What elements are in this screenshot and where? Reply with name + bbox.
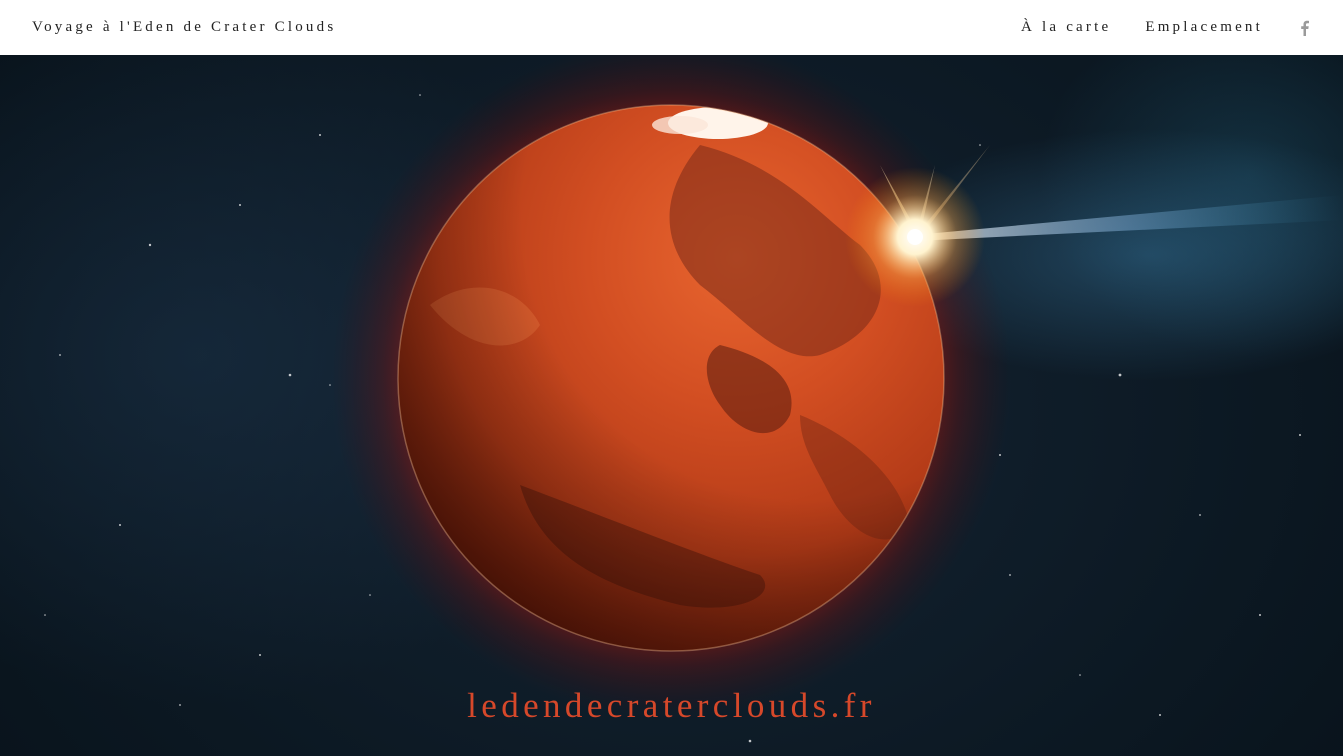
nav-link-a-la-carte[interactable]: À la carte xyxy=(1021,19,1111,36)
hero-banner: ledendecraterclouds.fr xyxy=(0,55,1343,756)
mars-planet-image xyxy=(44,55,1343,743)
facebook-icon[interactable] xyxy=(1297,20,1311,36)
nav-link-emplacement[interactable]: Emplacement xyxy=(1145,19,1263,36)
site-url-link[interactable]: ledendecraterclouds.fr xyxy=(0,686,1343,726)
site-brand-link[interactable]: Voyage à l'Eden de Crater Clouds xyxy=(32,19,336,36)
top-navbar: Voyage à l'Eden de Crater Clouds À la ca… xyxy=(0,0,1343,55)
main-nav: À la carte Emplacement xyxy=(987,19,1311,36)
